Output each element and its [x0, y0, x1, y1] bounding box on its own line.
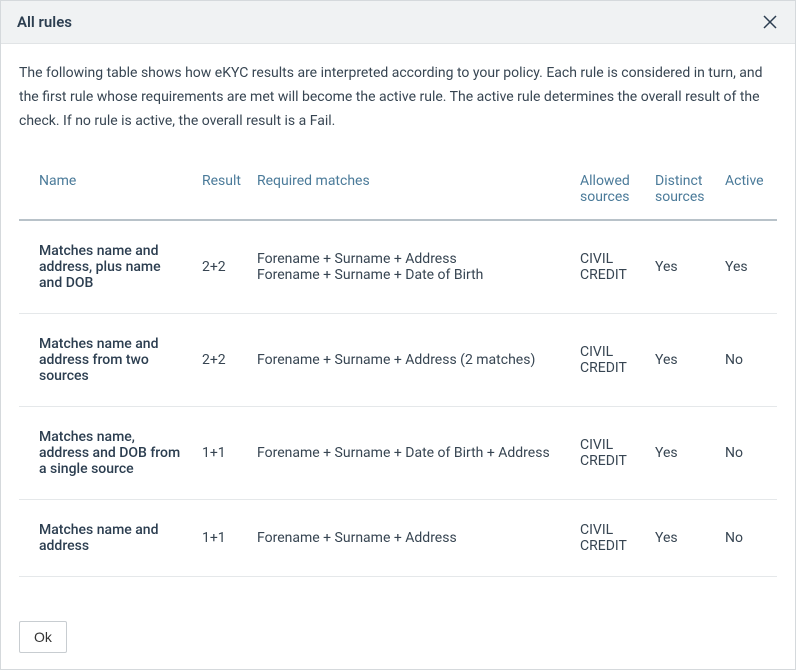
cell-distinct: Yes [647, 407, 717, 500]
cell-distinct: Yes [647, 220, 717, 314]
cell-distinct: Yes [647, 500, 717, 577]
cell-active: Yes [717, 220, 777, 314]
match-line: Forename + Surname + Date of Birth [257, 267, 564, 283]
modal-footer: Ok [1, 607, 795, 669]
ok-button[interactable]: Ok [19, 621, 67, 653]
source-line: CREDIT [580, 453, 639, 469]
col-header-name: Name [19, 163, 194, 220]
source-line: CREDIT [580, 267, 639, 283]
match-line: Forename + Surname + Address [257, 530, 564, 546]
source-line: CREDIT [580, 538, 639, 554]
cell-result: 1+1 [194, 407, 249, 500]
cell-result: 2+2 [194, 314, 249, 407]
cell-matches: Forename + Surname + Address [249, 500, 572, 577]
source-line: CIVIL [580, 251, 639, 267]
col-header-active: Active [717, 163, 777, 220]
modal-title: All rules [17, 13, 72, 31]
source-line: CREDIT [580, 360, 639, 376]
match-line: Forename + Surname + Date of Birth + Add… [257, 445, 564, 461]
close-icon [763, 15, 777, 29]
table-header-row: Name Result Required matches Allowed sou… [19, 163, 777, 220]
all-rules-modal: All rules The following table shows how … [0, 0, 796, 670]
cell-matches: Forename + Surname + Address Forename + … [249, 220, 572, 314]
cell-result: 1+1 [194, 500, 249, 577]
cell-matches: Forename + Surname + Date of Birth + Add… [249, 407, 572, 500]
cell-result: 2+2 [194, 220, 249, 314]
table-row: Matches name, address and DOB from a sin… [19, 407, 777, 500]
col-header-distinct: Distinct sources [647, 163, 717, 220]
cell-name: Matches name and address [19, 500, 194, 577]
source-line: CIVIL [580, 344, 639, 360]
modal-body: The following table shows how eKYC resul… [1, 44, 795, 607]
cell-active: No [717, 314, 777, 407]
cell-allowed: CIVIL CREDIT [572, 314, 647, 407]
modal-description: The following table shows how eKYC resul… [19, 62, 777, 133]
cell-name: Matches name, address and DOB from a sin… [19, 407, 194, 500]
table-row: Matches name and address from two source… [19, 314, 777, 407]
close-button[interactable] [761, 13, 779, 31]
cell-distinct: Yes [647, 314, 717, 407]
cell-active: No [717, 500, 777, 577]
rules-table: Name Result Required matches Allowed sou… [19, 163, 777, 577]
table-row: Matches name and address, plus name and … [19, 220, 777, 314]
table-row: Matches name and address 1+1 Forename + … [19, 500, 777, 577]
cell-matches: Forename + Surname + Address (2 matches) [249, 314, 572, 407]
cell-allowed: CIVIL CREDIT [572, 220, 647, 314]
cell-allowed: CIVIL CREDIT [572, 407, 647, 500]
col-header-result: Result [194, 163, 249, 220]
match-line: Forename + Surname + Address (2 matches) [257, 352, 564, 368]
cell-name: Matches name and address from two source… [19, 314, 194, 407]
cell-allowed: CIVIL CREDIT [572, 500, 647, 577]
cell-name: Matches name and address, plus name and … [19, 220, 194, 314]
cell-active: No [717, 407, 777, 500]
source-line: CIVIL [580, 437, 639, 453]
match-line: Forename + Surname + Address [257, 251, 564, 267]
col-header-matches: Required matches [249, 163, 572, 220]
col-header-allowed: Allowed sources [572, 163, 647, 220]
source-line: CIVIL [580, 522, 639, 538]
modal-header: All rules [1, 1, 795, 44]
